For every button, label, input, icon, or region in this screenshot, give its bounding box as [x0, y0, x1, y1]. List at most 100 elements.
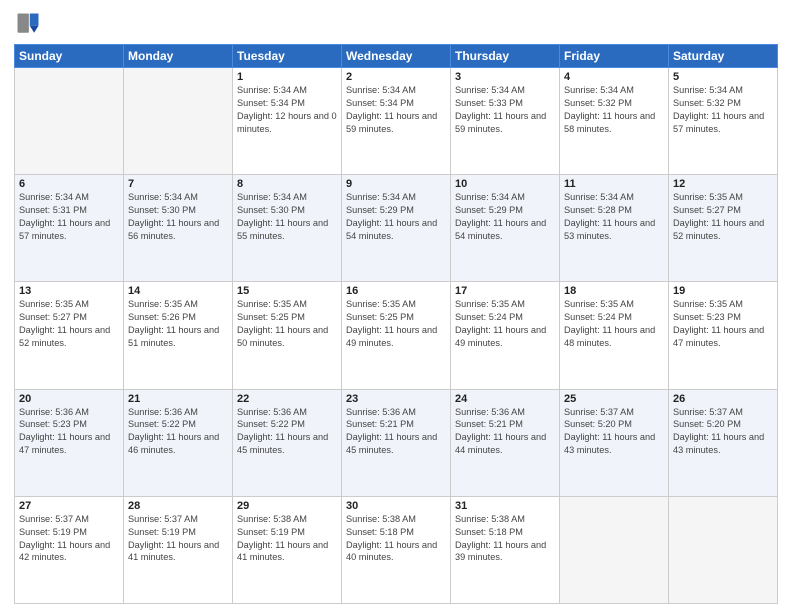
day-number: 23	[346, 393, 446, 405]
day-info: Sunrise: 5:38 AM Sunset: 5:18 PM Dayligh…	[346, 513, 446, 565]
calendar-cell: 17Sunrise: 5:35 AM Sunset: 5:24 PM Dayli…	[451, 282, 560, 389]
day-number: 9	[346, 178, 446, 190]
day-number: 12	[673, 178, 773, 190]
day-info: Sunrise: 5:36 AM Sunset: 5:22 PM Dayligh…	[128, 406, 228, 458]
calendar-cell: 20Sunrise: 5:36 AM Sunset: 5:23 PM Dayli…	[15, 389, 124, 496]
calendar-header-row: SundayMondayTuesdayWednesdayThursdayFrid…	[15, 45, 778, 68]
day-number: 1	[237, 71, 337, 83]
day-info: Sunrise: 5:35 AM Sunset: 5:23 PM Dayligh…	[673, 298, 773, 350]
calendar-cell	[669, 496, 778, 603]
calendar-cell	[124, 68, 233, 175]
day-info: Sunrise: 5:34 AM Sunset: 5:34 PM Dayligh…	[237, 84, 337, 136]
calendar-header-friday: Friday	[560, 45, 669, 68]
calendar-cell: 2Sunrise: 5:34 AM Sunset: 5:34 PM Daylig…	[342, 68, 451, 175]
day-info: Sunrise: 5:36 AM Sunset: 5:22 PM Dayligh…	[237, 406, 337, 458]
day-number: 15	[237, 285, 337, 297]
day-info: Sunrise: 5:37 AM Sunset: 5:19 PM Dayligh…	[128, 513, 228, 565]
day-info: Sunrise: 5:34 AM Sunset: 5:28 PM Dayligh…	[564, 191, 664, 243]
calendar-cell: 22Sunrise: 5:36 AM Sunset: 5:22 PM Dayli…	[233, 389, 342, 496]
header	[14, 10, 778, 38]
day-number: 2	[346, 71, 446, 83]
day-info: Sunrise: 5:35 AM Sunset: 5:25 PM Dayligh…	[346, 298, 446, 350]
day-info: Sunrise: 5:38 AM Sunset: 5:19 PM Dayligh…	[237, 513, 337, 565]
day-info: Sunrise: 5:34 AM Sunset: 5:29 PM Dayligh…	[455, 191, 555, 243]
calendar-cell: 27Sunrise: 5:37 AM Sunset: 5:19 PM Dayli…	[15, 496, 124, 603]
calendar-cell: 10Sunrise: 5:34 AM Sunset: 5:29 PM Dayli…	[451, 175, 560, 282]
day-number: 11	[564, 178, 664, 190]
day-info: Sunrise: 5:35 AM Sunset: 5:27 PM Dayligh…	[673, 191, 773, 243]
calendar-cell: 26Sunrise: 5:37 AM Sunset: 5:20 PM Dayli…	[669, 389, 778, 496]
calendar-cell: 9Sunrise: 5:34 AM Sunset: 5:29 PM Daylig…	[342, 175, 451, 282]
calendar-cell: 12Sunrise: 5:35 AM Sunset: 5:27 PM Dayli…	[669, 175, 778, 282]
calendar-cell: 18Sunrise: 5:35 AM Sunset: 5:24 PM Dayli…	[560, 282, 669, 389]
calendar-header-sunday: Sunday	[15, 45, 124, 68]
day-number: 20	[19, 393, 119, 405]
day-info: Sunrise: 5:36 AM Sunset: 5:23 PM Dayligh…	[19, 406, 119, 458]
day-info: Sunrise: 5:34 AM Sunset: 5:30 PM Dayligh…	[237, 191, 337, 243]
calendar-week-row: 13Sunrise: 5:35 AM Sunset: 5:27 PM Dayli…	[15, 282, 778, 389]
calendar-cell: 11Sunrise: 5:34 AM Sunset: 5:28 PM Dayli…	[560, 175, 669, 282]
day-number: 22	[237, 393, 337, 405]
page: SundayMondayTuesdayWednesdayThursdayFrid…	[0, 0, 792, 612]
calendar-cell: 15Sunrise: 5:35 AM Sunset: 5:25 PM Dayli…	[233, 282, 342, 389]
logo	[14, 10, 46, 38]
day-number: 5	[673, 71, 773, 83]
calendar-cell: 6Sunrise: 5:34 AM Sunset: 5:31 PM Daylig…	[15, 175, 124, 282]
day-info: Sunrise: 5:34 AM Sunset: 5:33 PM Dayligh…	[455, 84, 555, 136]
calendar-cell: 28Sunrise: 5:37 AM Sunset: 5:19 PM Dayli…	[124, 496, 233, 603]
calendar-header-monday: Monday	[124, 45, 233, 68]
calendar-week-row: 6Sunrise: 5:34 AM Sunset: 5:31 PM Daylig…	[15, 175, 778, 282]
day-number: 24	[455, 393, 555, 405]
logo-icon	[14, 10, 42, 38]
calendar-cell: 23Sunrise: 5:36 AM Sunset: 5:21 PM Dayli…	[342, 389, 451, 496]
day-info: Sunrise: 5:34 AM Sunset: 5:30 PM Dayligh…	[128, 191, 228, 243]
day-number: 21	[128, 393, 228, 405]
calendar-cell: 24Sunrise: 5:36 AM Sunset: 5:21 PM Dayli…	[451, 389, 560, 496]
day-number: 30	[346, 500, 446, 512]
day-number: 4	[564, 71, 664, 83]
calendar-cell: 13Sunrise: 5:35 AM Sunset: 5:27 PM Dayli…	[15, 282, 124, 389]
calendar-cell: 14Sunrise: 5:35 AM Sunset: 5:26 PM Dayli…	[124, 282, 233, 389]
calendar-cell: 4Sunrise: 5:34 AM Sunset: 5:32 PM Daylig…	[560, 68, 669, 175]
day-number: 28	[128, 500, 228, 512]
calendar-header-thursday: Thursday	[451, 45, 560, 68]
day-number: 16	[346, 285, 446, 297]
day-info: Sunrise: 5:36 AM Sunset: 5:21 PM Dayligh…	[455, 406, 555, 458]
calendar-cell: 31Sunrise: 5:38 AM Sunset: 5:18 PM Dayli…	[451, 496, 560, 603]
calendar-table: SundayMondayTuesdayWednesdayThursdayFrid…	[14, 44, 778, 604]
day-number: 10	[455, 178, 555, 190]
calendar-cell: 1Sunrise: 5:34 AM Sunset: 5:34 PM Daylig…	[233, 68, 342, 175]
calendar-cell: 5Sunrise: 5:34 AM Sunset: 5:32 PM Daylig…	[669, 68, 778, 175]
day-number: 17	[455, 285, 555, 297]
calendar-cell: 25Sunrise: 5:37 AM Sunset: 5:20 PM Dayli…	[560, 389, 669, 496]
day-info: Sunrise: 5:36 AM Sunset: 5:21 PM Dayligh…	[346, 406, 446, 458]
day-info: Sunrise: 5:37 AM Sunset: 5:19 PM Dayligh…	[19, 513, 119, 565]
calendar-week-row: 1Sunrise: 5:34 AM Sunset: 5:34 PM Daylig…	[15, 68, 778, 175]
day-number: 13	[19, 285, 119, 297]
day-info: Sunrise: 5:35 AM Sunset: 5:24 PM Dayligh…	[455, 298, 555, 350]
day-info: Sunrise: 5:37 AM Sunset: 5:20 PM Dayligh…	[564, 406, 664, 458]
day-number: 6	[19, 178, 119, 190]
day-number: 3	[455, 71, 555, 83]
day-info: Sunrise: 5:34 AM Sunset: 5:32 PM Dayligh…	[673, 84, 773, 136]
day-number: 29	[237, 500, 337, 512]
day-info: Sunrise: 5:34 AM Sunset: 5:34 PM Dayligh…	[346, 84, 446, 136]
calendar-cell: 7Sunrise: 5:34 AM Sunset: 5:30 PM Daylig…	[124, 175, 233, 282]
day-number: 27	[19, 500, 119, 512]
day-number: 19	[673, 285, 773, 297]
calendar-cell: 21Sunrise: 5:36 AM Sunset: 5:22 PM Dayli…	[124, 389, 233, 496]
day-number: 14	[128, 285, 228, 297]
day-number: 31	[455, 500, 555, 512]
calendar-cell: 3Sunrise: 5:34 AM Sunset: 5:33 PM Daylig…	[451, 68, 560, 175]
day-number: 26	[673, 393, 773, 405]
day-info: Sunrise: 5:38 AM Sunset: 5:18 PM Dayligh…	[455, 513, 555, 565]
day-info: Sunrise: 5:35 AM Sunset: 5:27 PM Dayligh…	[19, 298, 119, 350]
calendar-cell: 19Sunrise: 5:35 AM Sunset: 5:23 PM Dayli…	[669, 282, 778, 389]
day-info: Sunrise: 5:35 AM Sunset: 5:25 PM Dayligh…	[237, 298, 337, 350]
calendar-week-row: 20Sunrise: 5:36 AM Sunset: 5:23 PM Dayli…	[15, 389, 778, 496]
calendar-header-wednesday: Wednesday	[342, 45, 451, 68]
day-number: 18	[564, 285, 664, 297]
day-info: Sunrise: 5:34 AM Sunset: 5:31 PM Dayligh…	[19, 191, 119, 243]
calendar-week-row: 27Sunrise: 5:37 AM Sunset: 5:19 PM Dayli…	[15, 496, 778, 603]
day-number: 25	[564, 393, 664, 405]
